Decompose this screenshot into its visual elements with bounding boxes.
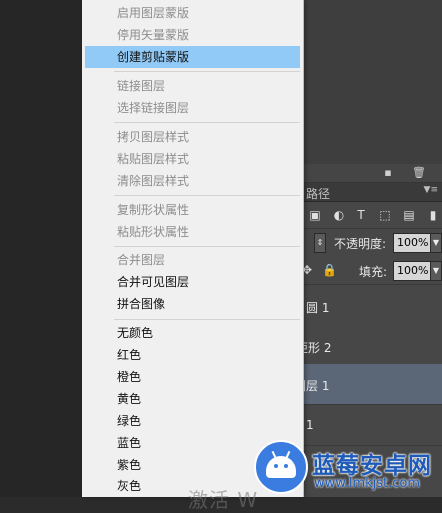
menu-item-enable-layer-mask[interactable]: 启用图层蒙版 [85,2,300,24]
menu-item-color-orange[interactable]: 橙色 [85,366,300,388]
menu-item-create-clipping-mask[interactable]: 创建剪贴蒙版 [85,46,300,68]
panel-icon-bar: ▪ 🗑 [302,164,442,183]
menu-separator [114,195,300,196]
fill-dropdown-icon[interactable]: ▼ [430,261,442,281]
fill-row: ✥ 🔒 填充: 100% ▼ [302,258,442,285]
layer-filter-row: ▣ ◐ T ⬚ ▤ ▮ [302,202,442,229]
image-filter-icon[interactable]: ▣ [308,208,322,222]
menu-item-label: 红色 [117,348,142,362]
menu-item-label: 启用图层蒙版 [117,6,190,20]
menu-item-paste-layer-style[interactable]: 粘贴图层样式 [85,148,300,170]
menu-item-paste-shape-attributes[interactable]: 粘贴形状属性 [85,221,300,243]
blend-mode-dropdown-icon[interactable]: ⇕ [314,233,326,253]
activate-windows-watermark: 激活 W [188,488,259,512]
panel-tabs: 路径 ▼≡ [302,183,442,202]
new-page-icon[interactable]: ▪ [382,167,394,179]
smart-object-filter-icon[interactable]: ▤ [402,208,416,222]
menu-item-label: 灰色 [117,479,142,493]
menu-item-copy-layer-style[interactable]: 拷贝图层样式 [85,126,300,148]
site-url: www.lmkjst.com [314,476,421,491]
panel-upper-area [302,0,442,164]
type-filter-icon[interactable]: T [354,208,368,222]
menu-item-color-red[interactable]: 红色 [85,344,300,366]
menu-item-select-linked-layers[interactable]: 选择链接图层 [85,97,300,119]
menu-item-label: 橙色 [117,370,142,384]
site-name: 蓝莓安卓网 [312,453,432,479]
layer-row-selected[interactable]: 图层 1 [294,364,442,405]
menu-item-label: 绿色 [117,414,142,428]
menu-item-label: 清除图层样式 [117,174,190,188]
opacity-row: ⇕ 不透明度: 100% ▼ [302,230,442,256]
canvas-area-left [0,0,82,497]
menu-item-label: 黄色 [117,392,142,406]
menu-item-label: 拷贝图层样式 [117,130,190,144]
menu-item-label: 合并图层 [117,253,166,267]
menu-item-label: 链接图层 [117,79,166,93]
menu-item-label: 创建剪贴蒙版 [117,50,190,64]
menu-separator [114,319,300,320]
menu-item-merge-layers[interactable]: 合并图层 [85,249,300,271]
layer-row[interactable]: 1 [302,405,442,446]
panel-menu-icon[interactable]: ▼≡ [424,185,438,195]
menu-separator [114,246,300,247]
layer-row[interactable]: 圆 1 [302,286,442,327]
fill-input[interactable]: 100% [393,261,431,281]
tab-paths[interactable]: 路径 [306,185,330,202]
filter-toggle-icon[interactable]: ▮ [426,208,440,222]
opacity-input[interactable]: 100% [393,233,431,253]
menu-item-label: 紫色 [117,458,142,472]
layer-row[interactable]: 矩形 2 [296,326,442,367]
android-logo-icon [254,440,308,494]
menu-item-merge-visible[interactable]: 合并可见图层 [85,271,300,293]
menu-item-color-none[interactable]: 无颜色 [85,322,300,344]
menu-item-label: 停用矢量蒙版 [117,28,190,42]
menu-item-label: 拼合图像 [117,297,166,311]
menu-item-color-green[interactable]: 绿色 [85,410,300,432]
menu-item-label: 选择链接图层 [117,101,190,115]
menu-item-clear-layer-style[interactable]: 清除图层样式 [85,170,300,192]
menu-item-label: 蓝色 [117,436,142,450]
lock-all-icon[interactable]: 🔒 [322,263,337,277]
menu-item-color-yellow[interactable]: 黄色 [85,388,300,410]
menu-separator [114,71,300,72]
menu-item-copy-shape-attributes[interactable]: 复制形状属性 [85,199,300,221]
opacity-dropdown-icon[interactable]: ▼ [430,233,442,253]
adjustment-filter-icon[interactable]: ◐ [332,208,346,222]
menu-separator [114,122,300,123]
trash-icon[interactable]: 🗑 [412,167,426,179]
shape-filter-icon[interactable]: ⬚ [378,208,392,222]
layer-name: 圆 1 [306,301,330,315]
menu-item-label: 复制形状属性 [117,203,190,217]
menu-item-flatten-image[interactable]: 拼合图像 [85,293,300,315]
menu-item-label: 粘贴图层样式 [117,152,190,166]
menu-item-label: 粘贴形状属性 [117,225,190,239]
menu-item-disable-vector-mask[interactable]: 停用矢量蒙版 [85,24,300,46]
layer-context-menu: 启用图层蒙版 停用矢量蒙版 创建剪贴蒙版 链接图层 选择链接图层 拷贝图层样式 … [82,0,304,497]
menu-item-label: 无颜色 [117,326,154,340]
layer-name: 1 [306,418,314,432]
menu-item-link-layers[interactable]: 链接图层 [85,75,300,97]
menu-item-label: 合并可见图层 [117,275,190,289]
opacity-label: 不透明度: [334,237,387,251]
fill-label: 填充: [359,265,388,279]
